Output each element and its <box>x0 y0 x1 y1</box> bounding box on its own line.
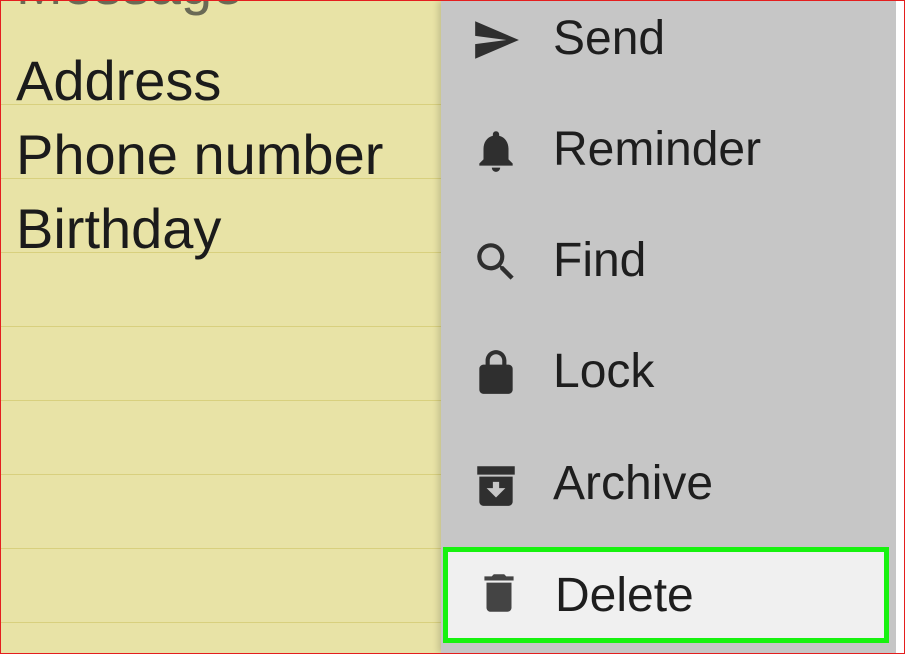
bell-icon <box>471 126 521 176</box>
menu-item-label: Reminder <box>553 123 762 176</box>
menu-item-send[interactable]: Send <box>441 1 897 89</box>
send-icon <box>471 15 521 65</box>
menu-item-delete[interactable]: Delete <box>443 547 889 643</box>
trash-icon <box>474 568 524 618</box>
options-menu: Send Reminder Find Lock Archive Delete <box>441 1 897 653</box>
menu-item-lock[interactable]: Lock <box>441 322 897 422</box>
screen-edge <box>896 1 904 653</box>
menu-item-label: Send <box>553 12 666 65</box>
menu-item-find[interactable]: Find <box>441 211 897 311</box>
menu-item-label: Lock <box>553 345 655 398</box>
note-line-cut: Message <box>16 1 243 13</box>
note-line-address: Address <box>16 49 222 112</box>
screenshot-frame: Message Address Phone number Birthday Se… <box>0 0 905 654</box>
search-icon <box>471 237 521 287</box>
menu-item-label: Find <box>553 234 647 287</box>
menu-item-label: Archive <box>553 457 714 510</box>
note-line-birthday: Birthday <box>16 197 222 260</box>
note-line-phone: Phone number <box>16 123 384 186</box>
menu-item-label: Delete <box>555 569 694 622</box>
menu-item-archive[interactable]: Archive <box>441 434 897 534</box>
archive-icon <box>471 460 521 510</box>
lock-icon <box>471 348 521 398</box>
note-body[interactable]: Message Address Phone number Birthday <box>1 1 441 653</box>
menu-item-reminder[interactable]: Reminder <box>441 100 897 200</box>
